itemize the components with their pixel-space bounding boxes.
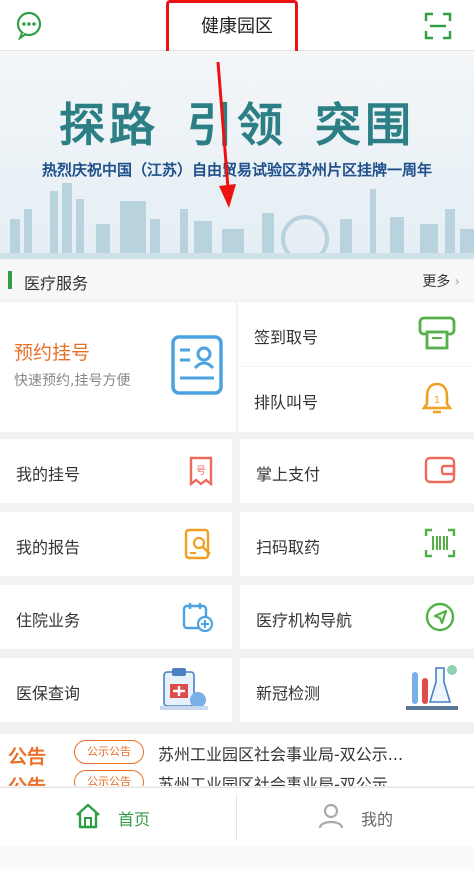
checkin-label: 签到取号	[254, 328, 319, 347]
section-accent-bar	[8, 271, 12, 289]
tab-mine[interactable]: 我的	[237, 788, 474, 846]
notice-label: 公告	[8, 746, 47, 768]
navigation-label: 医疗机构导航	[256, 611, 353, 630]
mobile-payment-label: 掌上支付	[256, 465, 321, 484]
more-link[interactable]: 更多 ›	[422, 271, 460, 291]
more-label: 更多	[422, 274, 451, 290]
queue-card[interactable]: 排队叫号 1	[238, 367, 474, 432]
ticket-printer-icon	[418, 316, 456, 350]
tab-home-label: 首页	[118, 810, 151, 829]
section-title: 医疗服务	[24, 274, 89, 293]
wallet-icon	[424, 456, 456, 484]
navigation-card[interactable]: 医疗机构导航	[240, 585, 474, 649]
hospitalization-card[interactable]: 住院业务	[0, 585, 232, 649]
covid-test-label: 新冠检测	[256, 684, 321, 703]
booking-subtitle: 快速预约,挂号方便	[14, 373, 131, 389]
tab-home[interactable]: 首页	[0, 788, 237, 846]
tab-mine-label: 我的	[361, 810, 394, 829]
registration-ticket-icon: 号	[189, 456, 213, 487]
bell-icon: 1	[422, 382, 452, 414]
notice-label: 公告	[8, 772, 46, 786]
my-report-card[interactable]: 我的报告	[0, 512, 232, 576]
my-report-label: 我的报告	[16, 538, 81, 557]
system-nav-bar	[0, 846, 474, 869]
svg-text:号: 号	[196, 465, 206, 477]
lab-test-illustration	[406, 665, 458, 710]
navigation-compass-icon	[425, 602, 455, 632]
insurance-card[interactable]: 医保查询	[0, 658, 232, 722]
report-search-icon	[184, 528, 211, 560]
chevron-right-icon: ›	[454, 274, 460, 290]
scan-medicine-card[interactable]: 扫码取药	[240, 512, 474, 576]
queue-label: 排队叫号	[254, 393, 319, 412]
svg-text:1: 1	[434, 395, 440, 406]
appointment-booking-card[interactable]: 预约挂号 快速预约,挂号方便	[0, 302, 236, 432]
medical-insurance-illustration	[160, 668, 208, 710]
bottom-tab-bar: 首页 我的	[0, 787, 474, 846]
covid-test-card[interactable]: 新冠检测	[240, 658, 474, 722]
hospitalization-label: 住院业务	[16, 611, 81, 630]
red-arrow-annotation	[216, 61, 236, 208]
insurance-label: 医保查询	[16, 684, 81, 703]
hospital-calendar-icon	[182, 603, 214, 633]
home-icon	[76, 803, 100, 829]
user-icon	[318, 803, 344, 829]
notice-badge: 公示公告	[74, 770, 144, 786]
scan-medicine-label: 扫码取药	[256, 538, 321, 557]
notice-text[interactable]: 苏州工业园区社会事业局-双公示...	[158, 771, 403, 786]
barcode-scan-icon	[424, 528, 456, 558]
checkin-card[interactable]: 签到取号	[238, 302, 474, 366]
notice-badge: 公示公告	[74, 740, 144, 764]
registration-form-icon	[171, 335, 223, 395]
my-registration-label: 我的挂号	[16, 465, 81, 484]
medical-services-header: 医疗服务 更多 ›	[0, 260, 474, 300]
mobile-payment-card[interactable]: 掌上支付	[240, 439, 474, 503]
my-registration-card[interactable]: 我的挂号 号	[0, 439, 232, 503]
booking-title: 预约挂号	[14, 342, 91, 364]
notice-text[interactable]: 苏州工业园区社会事业局-双公示...	[158, 741, 403, 765]
notice-bar[interactable]: 公告 公示公告 苏州工业园区社会事业局-双公示... 公告 公示公告 苏州工业园…	[0, 734, 474, 786]
